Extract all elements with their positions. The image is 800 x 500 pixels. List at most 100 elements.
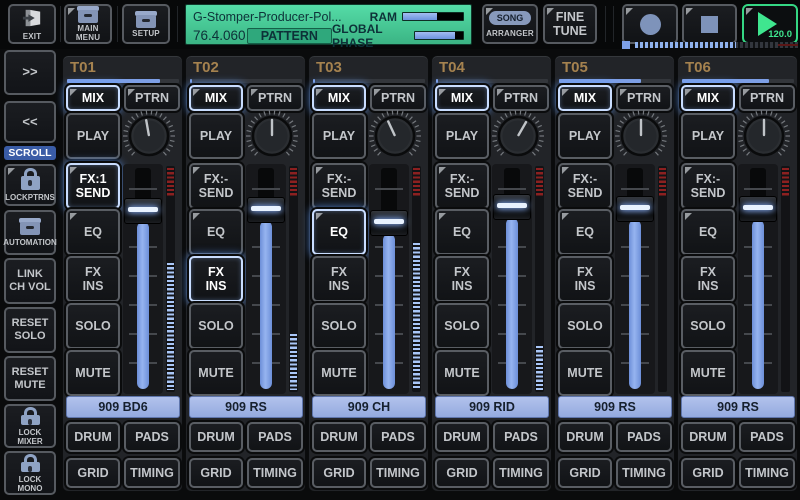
fx-insert-button[interactable]: FXINS [312, 256, 366, 302]
drum-button[interactable]: DRUM [681, 422, 735, 452]
scroll-right-button[interactable]: >> [4, 50, 56, 95]
mute-button[interactable]: MUTE [681, 350, 735, 396]
drum-button[interactable]: DRUM [66, 422, 120, 452]
grid-button[interactable]: GRID [66, 458, 120, 488]
play-channel-button[interactable]: PLAY [681, 113, 735, 159]
sample-name[interactable]: 909 BD6 [66, 396, 180, 418]
grid-button[interactable]: GRID [312, 458, 366, 488]
volume-knob[interactable] [736, 108, 792, 164]
mute-button[interactable]: MUTE [189, 350, 243, 396]
fader-handle[interactable] [739, 196, 777, 222]
fx-send-button[interactable]: FX:-SEND [312, 163, 366, 209]
drum-button[interactable]: DRUM [189, 422, 243, 452]
lcd-display[interactable]: G-Stomper-Producer-Pol... RAM 76.4.060 P… [185, 4, 472, 45]
sample-name[interactable]: 909 RID [435, 396, 549, 418]
lock-mixer-button[interactable]: LOCK MIXER [4, 404, 56, 448]
sample-name[interactable]: 909 RS [681, 396, 795, 418]
play-channel-button[interactable]: PLAY [66, 113, 120, 159]
pads-button[interactable]: PADS [370, 422, 426, 452]
eq-button[interactable]: EQ [312, 209, 366, 255]
drum-button[interactable]: DRUM [312, 422, 366, 452]
solo-button[interactable]: SOLO [312, 303, 366, 349]
volume-fader[interactable] [246, 164, 286, 394]
scroll-left-button[interactable]: << [4, 101, 56, 143]
mix-button[interactable]: MIX [66, 85, 120, 111]
pads-button[interactable]: PADS [616, 422, 672, 452]
pads-button[interactable]: PADS [124, 422, 180, 452]
eq-button[interactable]: EQ [66, 209, 120, 255]
solo-button[interactable]: SOLO [681, 303, 735, 349]
volume-knob[interactable] [613, 108, 669, 164]
pads-button[interactable]: PADS [739, 422, 795, 452]
volume-fader[interactable] [738, 164, 778, 394]
play-channel-button[interactable]: PLAY [312, 113, 366, 159]
play-channel-button[interactable]: PLAY [189, 113, 243, 159]
eq-button[interactable]: EQ [189, 209, 243, 255]
timing-button[interactable]: TIMING [739, 458, 795, 488]
mute-button[interactable]: MUTE [558, 350, 612, 396]
fader-handle[interactable] [247, 197, 285, 223]
play-channel-button[interactable]: PLAY [558, 113, 612, 159]
fader-handle[interactable] [616, 196, 654, 222]
volume-knob[interactable] [244, 108, 300, 164]
automation-button[interactable]: AUTOMATION [4, 210, 56, 255]
pads-button[interactable]: PADS [493, 422, 549, 452]
drum-button[interactable]: DRUM [558, 422, 612, 452]
timing-button[interactable]: TIMING [247, 458, 303, 488]
pattern-mode-chip[interactable]: PATTERN [247, 28, 332, 44]
fader-handle[interactable] [493, 194, 531, 220]
fx-send-button[interactable]: FX:-SEND [681, 163, 735, 209]
timing-button[interactable]: TIMING [493, 458, 549, 488]
mute-button[interactable]: MUTE [435, 350, 489, 396]
pads-button[interactable]: PADS [247, 422, 303, 452]
sample-name[interactable]: 909 RS [558, 396, 672, 418]
fx-insert-button[interactable]: FXINS [681, 256, 735, 302]
fader-handle[interactable] [124, 198, 162, 224]
sample-name[interactable]: 909 RS [189, 396, 303, 418]
mix-button[interactable]: MIX [312, 85, 366, 111]
link-ch-vol-button[interactable]: LINK CH VOL [4, 258, 56, 304]
mute-button[interactable]: MUTE [66, 350, 120, 396]
eq-button[interactable]: EQ [558, 209, 612, 255]
reset-solo-button[interactable]: RESET SOLO [4, 307, 56, 353]
solo-button[interactable]: SOLO [558, 303, 612, 349]
mix-button[interactable]: MIX [681, 85, 735, 111]
volume-knob[interactable] [367, 108, 423, 164]
volume-fader[interactable] [615, 164, 655, 394]
record-button[interactable] [622, 4, 678, 44]
fx-insert-button[interactable]: FXINS [558, 256, 612, 302]
reset-mute-button[interactable]: RESET MUTE [4, 356, 56, 401]
play-button[interactable]: 120.0 [742, 4, 798, 44]
volume-fader[interactable] [123, 164, 163, 394]
grid-button[interactable]: GRID [435, 458, 489, 488]
timing-button[interactable]: TIMING [370, 458, 426, 488]
mix-button[interactable]: MIX [558, 85, 612, 111]
fx-insert-button[interactable]: FXINS [435, 256, 489, 302]
solo-button[interactable]: SOLO [189, 303, 243, 349]
timing-button[interactable]: TIMING [616, 458, 672, 488]
fx-insert-button[interactable]: FXINS [66, 256, 120, 302]
fx-send-button[interactable]: FX:-SEND [189, 163, 243, 209]
lock-patterns-button[interactable]: LOCKPTRNS [4, 164, 56, 206]
fx-send-button[interactable]: FX:-SEND [435, 163, 489, 209]
grid-button[interactable]: GRID [189, 458, 243, 488]
song-arranger-button[interactable]: SONG ARRANGER [482, 4, 538, 44]
volume-knob[interactable] [490, 108, 546, 164]
mix-button[interactable]: MIX [435, 85, 489, 111]
mix-button[interactable]: MIX [189, 85, 243, 111]
grid-button[interactable]: GRID [558, 458, 612, 488]
play-channel-button[interactable]: PLAY [435, 113, 489, 159]
volume-knob[interactable] [121, 108, 177, 164]
volume-fader[interactable] [369, 164, 409, 394]
fx-send-button[interactable]: FX:1SEND [66, 163, 120, 209]
lock-mono-button[interactable]: LOCK MONO [4, 451, 56, 495]
main-menu-button[interactable]: MAIN MENU [64, 4, 112, 44]
fader-handle[interactable] [370, 210, 408, 236]
grid-button[interactable]: GRID [681, 458, 735, 488]
fx-insert-button[interactable]: FXINS [189, 256, 243, 302]
setup-button[interactable]: SETUP [122, 4, 170, 44]
drum-button[interactable]: DRUM [435, 422, 489, 452]
mute-button[interactable]: MUTE [312, 350, 366, 396]
fine-tune-button[interactable]: FINE TUNE [543, 4, 597, 44]
eq-button[interactable]: EQ [681, 209, 735, 255]
